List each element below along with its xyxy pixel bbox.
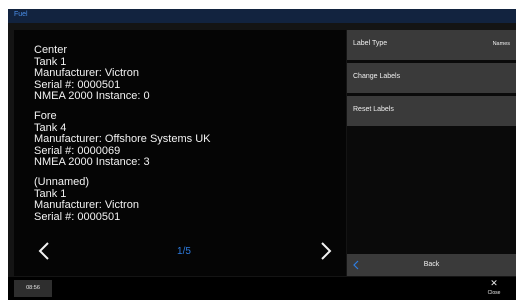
tank-entry: Center Tank 1 Manufacturer: Victron Seri… [34, 44, 210, 103]
tank-entry: Fore Tank 4 Manufacturer: Offshore Syste… [34, 109, 211, 169]
tank-manufacturer: Manufacturer: Offshore Systems UK [34, 133, 211, 146]
status-bar: 08:56 ✕ Close [8, 277, 516, 300]
tank-info-panel: Center Tank 1 Manufacturer: Victron Seri… [14, 30, 346, 276]
previous-page-button[interactable] [34, 240, 54, 262]
back-label: Back [423, 261, 440, 268]
next-page-button[interactable] [316, 240, 336, 262]
label-type-value: Names [492, 41, 510, 47]
clock-time: 08:56 [26, 285, 40, 291]
change-labels-label: Change Labels [353, 73, 401, 80]
window-title: Fuel [14, 11, 28, 18]
chevron-right-icon [321, 242, 332, 260]
tank-list: Center Tank 1 Manufacturer: Victron Seri… [34, 44, 211, 231]
tank-serial: Serial #: 0000501 [34, 210, 121, 223]
tank-manufacturer: Manufacturer: Victron [34, 199, 139, 212]
close-icon: ✕ [490, 278, 498, 288]
menu-panel: Label Type Names Change Labels Reset Lab… [347, 30, 516, 276]
reset-labels-button[interactable]: Reset Labels [347, 96, 516, 126]
close-label: Close [487, 290, 501, 296]
tank-name: (Unnamed) [34, 175, 90, 188]
change-labels-button[interactable]: Change Labels [347, 63, 516, 93]
close-button[interactable]: ✕ Close [478, 279, 510, 299]
page-indicator: 1/5 [177, 246, 191, 257]
fuel-screen: Fuel Center Tank 1 Manufacturer: Victron… [8, 9, 516, 300]
label-type-button[interactable]: Label Type Names [347, 30, 516, 60]
tank-instance: NMEA 2000 Instance: 3 [34, 156, 150, 169]
title-bar: Fuel [8, 9, 516, 23]
chevron-left-icon [38, 242, 49, 260]
tank-name: Center [34, 44, 68, 56]
back-button[interactable]: Back [347, 254, 516, 276]
reset-labels-label: Reset Labels [353, 106, 394, 113]
tank-name: Fore [34, 109, 57, 122]
label-type-label: Label Type [353, 40, 388, 47]
clock: 08:56 [14, 280, 52, 297]
tank-entry: (Unnamed) Tank 1 Manufacturer: Victron S… [34, 175, 210, 223]
tank-instance: NMEA 2000 Instance: 0 [34, 90, 150, 103]
